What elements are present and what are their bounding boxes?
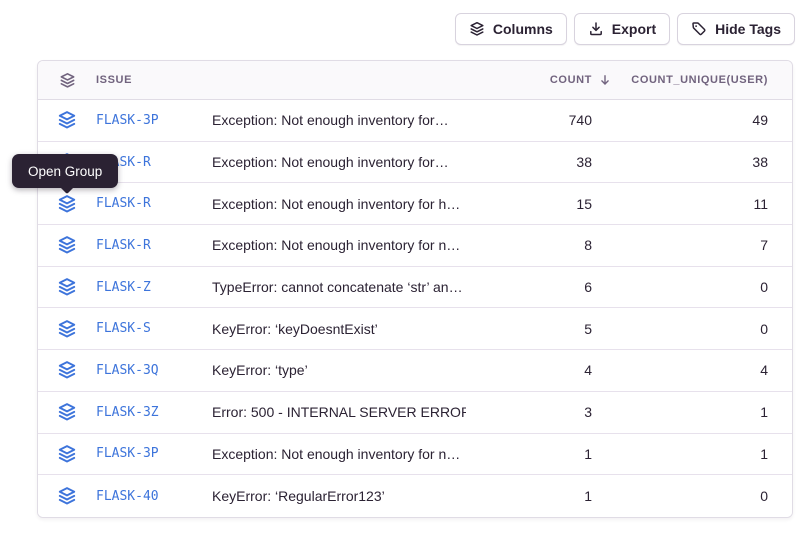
open-group-stack-icon[interactable] (54, 360, 80, 380)
issue-title: Exception: Not enough inventory for h… (212, 196, 466, 212)
count-value: 6 (482, 279, 592, 295)
table-row: FLASK-3P Exception: Not enough inventory… (38, 100, 792, 142)
open-group-stack-icon[interactable] (54, 277, 80, 297)
count-unique-value: 0 (608, 488, 768, 504)
toolbar: Columns Export Hide Tags (455, 13, 795, 45)
issue-title: KeyError: ‘keyDoesntExist’ (212, 321, 466, 337)
table-row: FLASK-R Exception: Not enough inventory … (38, 142, 792, 184)
stack-icon (469, 21, 485, 37)
open-group-stack-icon[interactable] (54, 402, 80, 422)
open-group-stack-icon[interactable] (54, 235, 80, 255)
table-row: FLASK-R Exception: Not enough inventory … (38, 225, 792, 267)
issue-title: Exception: Not enough inventory for n… (212, 237, 466, 253)
open-group-stack-icon[interactable] (54, 110, 80, 130)
issue-id-link[interactable]: FLASK-40 (96, 489, 196, 504)
issue-title: Exception: Not enough inventory for n… (212, 446, 466, 462)
hide-tags-button[interactable]: Hide Tags (677, 13, 795, 45)
table-row: FLASK-Z TypeError: cannot concatenate ‘s… (38, 267, 792, 309)
issue-id-link[interactable]: FLASK-3P (96, 113, 196, 128)
count-unique-value: 4 (608, 362, 768, 378)
count-unique-value: 1 (608, 404, 768, 420)
column-header-issue[interactable]: ISSUE (96, 74, 196, 86)
count-unique-value: 7 (608, 237, 768, 253)
issue-id-link[interactable]: FLASK-R (96, 196, 196, 211)
column-header-count[interactable]: COUNT (482, 74, 592, 86)
table-header-row: ISSUE COUNT COUNT_UNIQUE(USER) (38, 61, 792, 100)
issue-id-link[interactable]: FLASK-S (96, 321, 196, 336)
issue-id-link[interactable]: FLASK-3Z (96, 405, 196, 420)
issue-title: Exception: Not enough inventory for… (212, 154, 466, 170)
count-value: 4 (482, 362, 592, 378)
count-value: 1 (482, 446, 592, 462)
column-header-count-unique[interactable]: COUNT_UNIQUE(USER) (608, 74, 768, 86)
issue-id-link[interactable]: FLASK-3P (96, 446, 196, 461)
issue-title: TypeError: cannot concatenate ‘str’ an… (212, 279, 466, 295)
issue-id-link[interactable]: FLASK-3Q (96, 363, 196, 378)
open-group-tooltip: Open Group (12, 154, 118, 188)
table-row: FLASK-3Q KeyError: ‘type’ 4 4 (38, 350, 792, 392)
open-group-stack-icon[interactable] (54, 444, 80, 464)
count-unique-value: 0 (608, 321, 768, 337)
count-unique-value: 0 (608, 279, 768, 295)
table-body: FLASK-3P Exception: Not enough inventory… (38, 100, 792, 517)
export-button-label: Export (612, 21, 656, 37)
tooltip-label: Open Group (28, 164, 102, 179)
open-group-stack-icon[interactable] (54, 194, 80, 214)
table-row: FLASK-3P Exception: Not enough inventory… (38, 434, 792, 476)
issue-title: Exception: Not enough inventory for… (212, 112, 466, 128)
count-value: 38 (482, 154, 592, 170)
sort-arrow-down-icon (599, 74, 611, 86)
count-unique-value: 1 (608, 446, 768, 462)
count-value: 15 (482, 196, 592, 212)
columns-button[interactable]: Columns (455, 13, 567, 45)
columns-button-label: Columns (493, 21, 553, 37)
issue-id-link[interactable]: FLASK-R (96, 238, 196, 253)
count-unique-value: 38 (608, 154, 768, 170)
table-row: FLASK-R Exception: Not enough inventory … (38, 183, 792, 225)
open-group-stack-icon[interactable] (54, 319, 80, 339)
open-group-stack-icon[interactable] (54, 486, 80, 506)
results-table: ISSUE COUNT COUNT_UNIQUE(USER) FLASK-3P … (37, 60, 793, 518)
count-value: 1 (482, 488, 592, 504)
count-value: 5 (482, 321, 592, 337)
export-button[interactable]: Export (574, 13, 670, 45)
download-icon (588, 21, 604, 37)
table-row: FLASK-40 KeyError: ‘RegularError123’ 1 0 (38, 475, 792, 517)
count-value: 740 (482, 112, 592, 128)
issue-title: KeyError: ‘type’ (212, 362, 466, 378)
count-unique-value: 11 (608, 196, 768, 212)
table-row: FLASK-S KeyError: ‘keyDoesntExist’ 5 0 (38, 308, 792, 350)
count-value: 8 (482, 237, 592, 253)
hide-tags-button-label: Hide Tags (715, 21, 781, 37)
count-unique-value: 49 (608, 112, 768, 128)
issue-id-link[interactable]: FLASK-Z (96, 280, 196, 295)
issue-title: KeyError: ‘RegularError123’ (212, 488, 466, 504)
tag-icon (691, 21, 707, 37)
issue-title: Error: 500 - INTERNAL SERVER ERROR (212, 404, 466, 420)
count-value: 3 (482, 404, 592, 420)
stack-icon (54, 72, 80, 89)
table-row: FLASK-3Z Error: 500 - INTERNAL SERVER ER… (38, 392, 792, 434)
